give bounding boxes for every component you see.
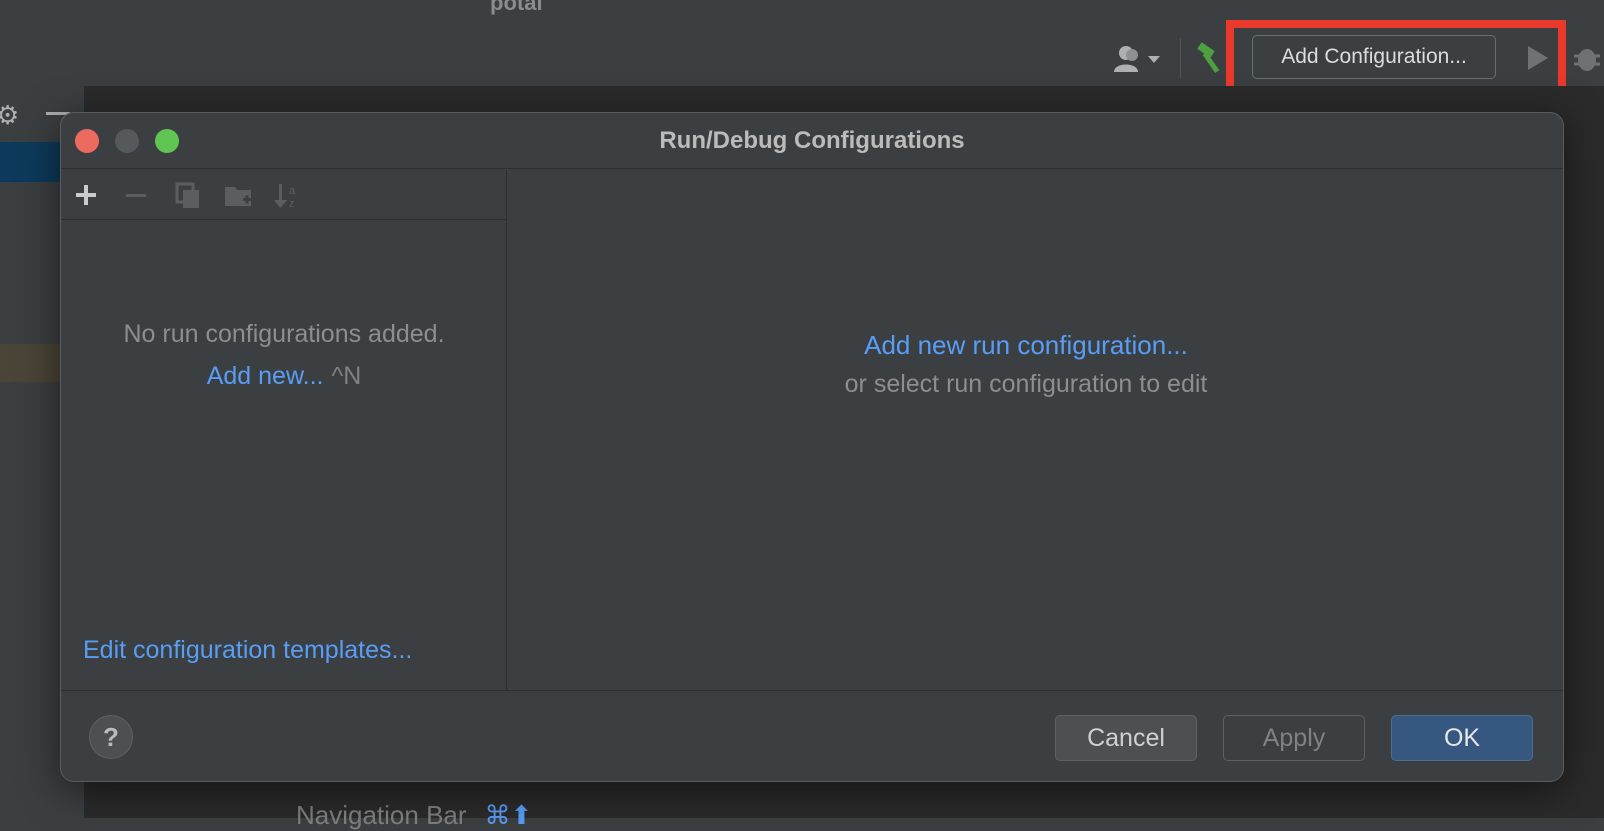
hammer-icon[interactable]: [1196, 40, 1226, 74]
apply-button[interactable]: Apply: [1223, 715, 1365, 761]
copy-icon[interactable]: [173, 180, 203, 210]
configurations-list-pane: a z No run configurations added. Add new…: [61, 170, 507, 690]
ide-titlebar: potal Add Configuration...: [0, 0, 1604, 106]
ok-button[interactable]: OK: [1391, 715, 1533, 761]
cancel-button[interactable]: Cancel: [1055, 715, 1197, 761]
run-debug-configurations-dialog: Run/Debug Configurations a z No run conf…: [60, 112, 1564, 782]
user-icon[interactable]: [1112, 44, 1166, 74]
gear-icon[interactable]: ⚙: [0, 100, 19, 131]
configuration-details-pane: Add new run configuration... or select r…: [508, 170, 1563, 690]
add-new-run-configuration-link[interactable]: Add new run configuration...: [508, 330, 1544, 361]
debug-icon[interactable]: [1572, 42, 1602, 74]
remove-icon[interactable]: [121, 180, 151, 210]
configurations-toolbar: a z: [61, 170, 507, 220]
add-new-shortcut: ^N: [331, 362, 362, 390]
add-new-link[interactable]: Add new...: [207, 362, 324, 390]
navigation-bar-shortcut: ⌘⬆: [484, 800, 533, 830]
edit-configuration-templates-link[interactable]: Edit configuration templates...: [83, 636, 412, 665]
svg-text:a: a: [289, 185, 296, 197]
maximize-window-button[interactable]: [155, 129, 179, 153]
help-button[interactable]: ?: [89, 715, 133, 759]
dialog-footer: ? Cancel Apply OK: [61, 690, 1563, 781]
folder-add-icon[interactable]: [223, 180, 253, 210]
add-new-row: Add new... ^N: [61, 362, 507, 391]
dialog-title: Run/Debug Configurations: [659, 127, 965, 154]
project-tree-selected-row[interactable]: [0, 142, 60, 182]
project-name: potal: [490, 0, 543, 15]
select-configuration-hint: or select run configuration to edit: [844, 370, 1208, 398]
navigation-bar-hint: Navigation Bar ⌘⬆: [296, 800, 532, 831]
project-tree-highlight-row[interactable]: [0, 344, 60, 382]
minimize-window-button[interactable]: [115, 129, 139, 153]
sort-icon[interactable]: a z: [273, 180, 303, 210]
empty-configurations-message: No run configurations added.: [123, 320, 445, 348]
close-window-button[interactable]: [75, 129, 99, 153]
dialog-titlebar: Run/Debug Configurations: [61, 113, 1563, 169]
navigation-bar-label: Navigation Bar: [296, 800, 467, 830]
svg-text:z: z: [289, 198, 295, 210]
toolbar-separator: [1180, 38, 1181, 78]
add-icon[interactable]: [71, 180, 101, 210]
